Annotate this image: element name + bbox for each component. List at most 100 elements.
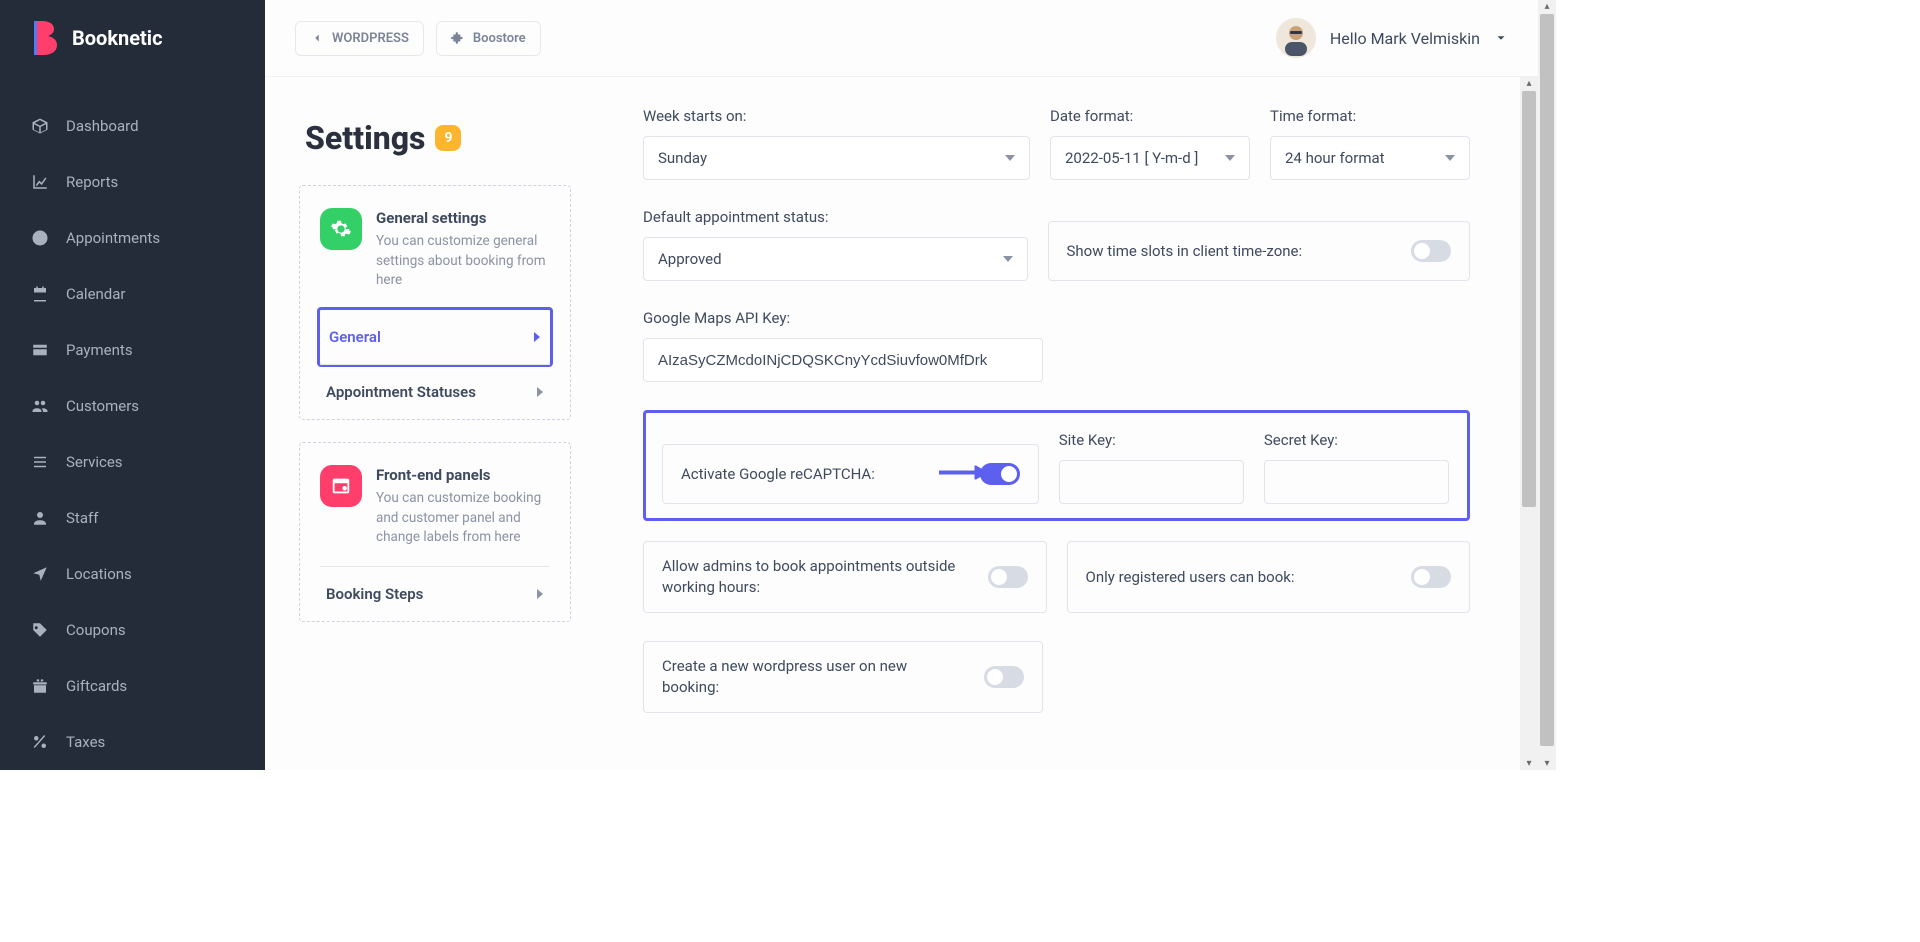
tag-icon xyxy=(30,620,50,640)
sidebar-item-customers[interactable]: Customers xyxy=(0,378,265,434)
settings-form: Week starts on: Sunday Date format: 2022… xyxy=(571,77,1520,770)
caret-right-icon xyxy=(533,332,541,342)
registered-only-label: Only registered users can book: xyxy=(1086,553,1295,602)
create-wp-user-label: Create a new wordpress user on new booki… xyxy=(662,642,912,712)
registered-only-toggle-field: Only registered users can book: xyxy=(1067,541,1471,613)
settings-card-frontend: Front-end panels You can customize booki… xyxy=(299,442,571,622)
calendar-cog-icon xyxy=(320,465,362,507)
sidebar-label: Taxes xyxy=(66,733,105,751)
sidebar-item-services[interactable]: Services xyxy=(0,434,265,490)
sidebar-item-coupons[interactable]: Coupons xyxy=(0,602,265,658)
caret-down-icon xyxy=(1005,153,1015,163)
sidebar-label: Calendar xyxy=(66,285,126,303)
calendar-icon xyxy=(30,284,50,304)
sidebar-label: Payments xyxy=(66,341,133,359)
settings-tab-booking-steps[interactable]: Booking Steps xyxy=(320,567,550,621)
sidebar-item-calendar[interactable]: Calendar xyxy=(0,266,265,322)
page-title-text: Settings xyxy=(305,119,425,157)
brand-name: Booknetic xyxy=(72,26,163,50)
settings-badge: 9 xyxy=(435,125,461,151)
date-format-label: Date format: xyxy=(1050,107,1250,125)
user-greeting: Hello Mark Velmiskin xyxy=(1330,29,1480,48)
caret-down-icon xyxy=(1225,153,1235,163)
card-title: Front-end panels xyxy=(376,465,550,485)
sidebar: Booknetic Dashboard Reports Appointments… xyxy=(0,0,265,770)
sidebar-item-giftcards[interactable]: Giftcards xyxy=(0,658,265,714)
settings-card-general: General settings You can customize gener… xyxy=(299,185,571,420)
sidebar-label: Coupons xyxy=(66,621,126,639)
sidebar-label: Giftcards xyxy=(66,677,127,695)
recaptcha-label: Activate Google reCAPTCHA: xyxy=(681,450,875,499)
card-desc: You can customize booking and customer p… xyxy=(376,489,550,548)
create-wp-user-toggle-field: Create a new wordpress user on new booki… xyxy=(643,641,1043,713)
chart-line-icon xyxy=(30,172,50,192)
clock-icon xyxy=(30,228,50,248)
caret-right-icon xyxy=(536,387,544,397)
wallet-icon xyxy=(30,340,50,360)
sidebar-label: Reports xyxy=(66,173,118,191)
select-value: Approved xyxy=(658,250,722,268)
outside-hours-label: Allow admins to book appointments outsid… xyxy=(662,542,962,612)
settings-tab-appointment-statuses[interactable]: Appointment Statuses xyxy=(320,364,550,419)
create-wp-user-toggle[interactable] xyxy=(984,666,1024,688)
percent-icon xyxy=(30,732,50,752)
sidebar-nav: Dashboard Reports Appointments Calendar … xyxy=(0,76,265,770)
time-format-label: Time format: xyxy=(1270,107,1470,125)
outside-hours-toggle-field: Allow admins to book appointments outsid… xyxy=(643,541,1047,613)
card-title: General settings xyxy=(376,208,550,228)
breadcrumb: WORDPRESS Boostore xyxy=(295,21,541,56)
sidebar-item-reports[interactable]: Reports xyxy=(0,154,265,210)
maps-key-input[interactable] xyxy=(643,338,1043,382)
sidebar-item-taxes[interactable]: Taxes xyxy=(0,714,265,770)
users-icon xyxy=(30,396,50,416)
chevron-left-icon xyxy=(310,31,324,45)
inner-scrollbar[interactable] xyxy=(1520,77,1538,770)
recaptcha-toggle[interactable] xyxy=(980,463,1020,485)
time-format-select[interactable]: 24 hour format xyxy=(1270,136,1470,180)
page-title: Settings 9 xyxy=(299,119,571,157)
sidebar-item-staff[interactable]: Staff xyxy=(0,490,265,546)
topbar: WORDPRESS Boostore Hello Mark Velmiskin xyxy=(265,0,1538,77)
user-menu[interactable]: Hello Mark Velmiskin xyxy=(1276,18,1508,58)
settings-tab-general[interactable]: General xyxy=(323,310,547,364)
select-value: Sunday xyxy=(658,149,707,167)
caret-down-icon xyxy=(1445,153,1455,163)
outside-hours-toggle[interactable] xyxy=(988,566,1028,588)
gear-icon xyxy=(320,208,362,250)
breadcrumb-boostore[interactable]: Boostore xyxy=(436,21,541,56)
list-icon xyxy=(30,452,50,472)
secret-key-input[interactable] xyxy=(1264,460,1449,504)
registered-only-toggle[interactable] xyxy=(1411,566,1451,588)
box-icon xyxy=(30,116,50,136)
sidebar-label: Services xyxy=(66,453,123,471)
sidebar-item-appointments[interactable]: Appointments xyxy=(0,210,265,266)
recaptcha-highlight: Activate Google reCAPTCHA: Site Key: xyxy=(643,410,1470,521)
breadcrumb-label: Boostore xyxy=(473,31,526,46)
breadcrumb-wordpress[interactable]: WORDPRESS xyxy=(295,21,424,56)
maps-key-label: Google Maps API Key: xyxy=(643,309,1043,327)
week-starts-select[interactable]: Sunday xyxy=(643,136,1030,180)
caret-down-icon xyxy=(1003,254,1013,264)
week-starts-label: Week starts on: xyxy=(643,107,1030,125)
sidebar-item-locations[interactable]: Locations xyxy=(0,546,265,602)
default-status-label: Default appointment status: xyxy=(643,208,1028,226)
tab-label: General xyxy=(329,328,381,346)
timezone-toggle-label: Show time slots in client time-zone: xyxy=(1067,227,1303,276)
recaptcha-toggle-field: Activate Google reCAPTCHA: xyxy=(662,444,1039,504)
sidebar-item-dashboard[interactable]: Dashboard xyxy=(0,98,265,154)
sidebar-item-payments[interactable]: Payments xyxy=(0,322,265,378)
location-arrow-icon xyxy=(30,564,50,584)
timezone-toggle[interactable] xyxy=(1411,240,1451,262)
brand-logo[interactable]: Booknetic xyxy=(0,0,265,76)
outer-scrollbar[interactable] xyxy=(1538,0,1556,770)
puzzle-icon xyxy=(451,31,465,45)
site-key-input[interactable] xyxy=(1059,460,1244,504)
settings-sidebar: Settings 9 General settings You can cust… xyxy=(299,77,571,770)
timezone-toggle-field: Show time slots in client time-zone: xyxy=(1048,221,1471,281)
date-format-select[interactable]: 2022-05-11 [ Y-m-d ] xyxy=(1050,136,1250,180)
default-status-select[interactable]: Approved xyxy=(643,237,1028,281)
select-value: 2022-05-11 [ Y-m-d ] xyxy=(1065,149,1198,167)
sidebar-label: Locations xyxy=(66,565,132,583)
brand-mark-icon xyxy=(30,21,60,55)
avatar xyxy=(1276,18,1316,58)
